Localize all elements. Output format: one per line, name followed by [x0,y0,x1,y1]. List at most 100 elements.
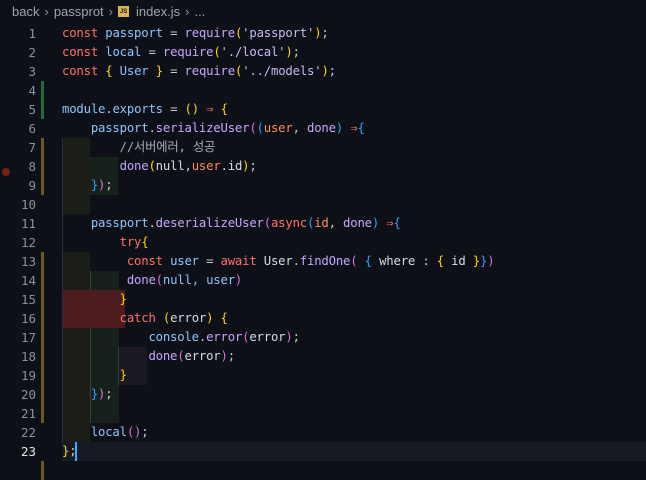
code-token: ) [285,45,293,59]
code-line[interactable]: 14 done(null, user) [0,271,646,290]
code-line[interactable]: 3 const { User } = require('../models'); [0,62,646,81]
line-number: 15 [20,292,36,307]
code-token: , [184,159,192,173]
code-line[interactable]: 5 module.exports = () ⇒ { [0,100,646,119]
code-text: const user = await User.findOne( { where… [62,252,495,271]
code-line[interactable]: 9 }); [0,176,646,195]
code-token: . [148,121,156,135]
code-token: ⇒ [379,216,394,230]
code-line[interactable]: 16 catch (error) { [0,309,646,328]
line-number: 21 [20,406,36,421]
code-text: }); [62,385,113,404]
breadcrumb-item-symbols[interactable]: ... [194,4,205,19]
code-token: : [422,254,437,268]
code-line[interactable]: 10 [0,195,646,214]
code-token: = [170,26,185,40]
code-text: done(null, user) [62,271,243,290]
chevron-right-icon: › [108,3,114,19]
code-text: const local = require('./local'); [62,43,300,62]
code-token: . [292,254,300,268]
line-number: 4 [28,83,36,98]
code-text: const { User } = require('../models'); [62,62,336,81]
code-token: ) [321,64,329,78]
code-token: passport [62,216,149,230]
code-token: . [148,216,156,230]
line-number: 20 [20,387,36,402]
code-token: const [62,45,106,59]
code-token: ) [487,254,495,268]
code-token: } [155,64,163,78]
code-token: } [90,178,99,192]
code-text: } [62,290,127,309]
code-token: const [62,64,106,78]
code-line[interactable]: 7 //서버에러, 성공 [0,138,646,157]
code-text: done(error); [62,347,235,366]
code-token: ) [371,216,380,230]
code-line[interactable]: 17 console.error(error); [0,328,646,347]
code-text: catch (error) { [62,309,228,328]
code-token: ; [292,45,300,59]
code-token: ⇒ [198,102,221,116]
code-token: try [62,235,142,249]
code-token: { [357,121,365,135]
js-file-icon: JS [118,5,130,17]
code-line[interactable]: 6 passport.serializeUser((user, done) ⇒{ [0,119,646,138]
current-line-highlight [62,442,646,461]
code-token: User [263,254,293,268]
code-token: done [62,159,149,173]
code-token: module [62,102,106,116]
code-token: .id [220,159,243,173]
code-token: { [436,254,444,268]
code-token: ( [249,121,257,135]
code-token: ; [321,26,329,40]
code-line[interactable]: 4 [0,81,646,100]
code-token: passport [62,121,149,135]
code-text: module.exports = () ⇒ { [62,100,228,119]
line-number: 6 [28,121,36,136]
code-line[interactable]: 13 const user = await User.findOne( { wh… [0,252,646,271]
code-line[interactable]: 18 done(error); [0,347,646,366]
code-token: ; [292,330,300,344]
code-line[interactable]: 22 local(); [0,423,646,442]
line-number: 11 [20,216,36,231]
code-token: await [220,254,264,268]
code-line[interactable]: 8 done(null,user.id); [0,157,646,176]
code-line[interactable]: 1 const passport = require('passport'); [0,24,646,43]
code-text: //서버에러, 성공 [62,138,216,157]
line-number: 18 [20,349,36,364]
code-token: () [126,425,142,439]
code-token: ; [328,64,336,78]
line-number: 19 [20,368,36,383]
code-line[interactable]: 11 passport.deserializeUser(async(id, do… [0,214,646,233]
code-text: passport.deserializeUser(async(id, done)… [62,214,401,233]
code-token: } [472,254,480,268]
code-line[interactable]: 12 try{ [0,233,646,252]
code-token: null [155,159,185,173]
code-token: done [307,121,336,135]
line-number: 12 [20,235,36,250]
code-token: { [393,216,401,230]
code-token: ; [105,178,113,192]
code-token: ; [249,159,257,173]
line-number: 23 [20,444,36,459]
code-token: ( [162,311,171,325]
code-line[interactable]: 21 [0,404,646,423]
line-number: 7 [28,140,36,155]
code-token: ) [285,330,293,344]
code-token: ( [213,45,221,59]
breadcrumb-item-back[interactable]: back [12,4,39,19]
code-line[interactable]: 23}; [0,442,646,461]
code-token: deserializeUser [155,216,264,230]
code-token: error [249,330,286,344]
code-token: = [162,64,185,78]
breadcrumb-item-folder[interactable]: passprot [54,4,104,19]
code-token: User [112,64,156,78]
code-token: ) [335,121,344,135]
code-token: () [184,102,200,116]
code-line[interactable]: 20 }); [0,385,646,404]
breadcrumb-item-file[interactable]: index.js [136,4,180,19]
code-line[interactable]: 15 } [0,290,646,309]
code-line[interactable]: 19 } [0,366,646,385]
code-line[interactable]: 2 const local = require('./local'); [0,43,646,62]
line-number: 5 [28,102,36,117]
